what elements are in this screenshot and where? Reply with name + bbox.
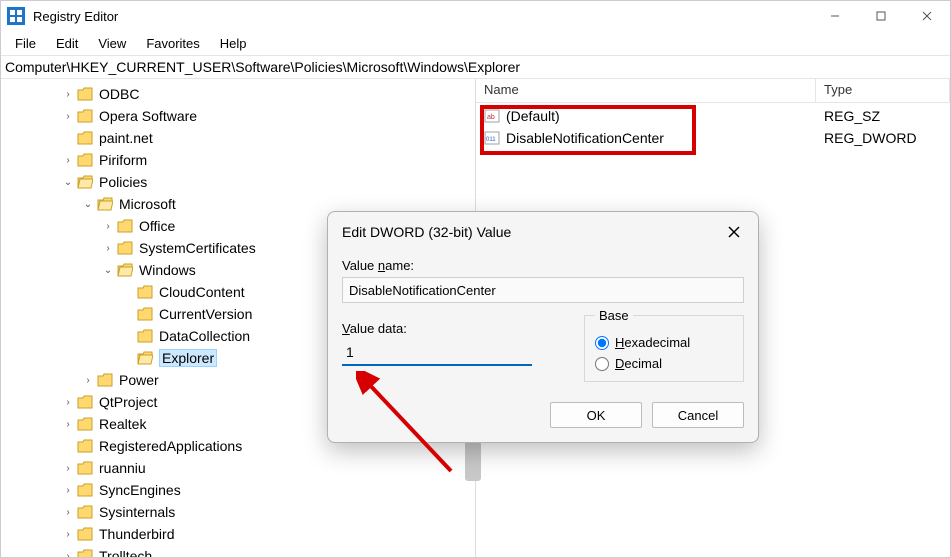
tree-node-paintnet[interactable]: paint.net — [61, 127, 475, 149]
minimize-button[interactable] — [812, 1, 858, 31]
radio-hex-input[interactable] — [595, 336, 609, 350]
close-icon[interactable] — [724, 222, 744, 242]
folder-open-icon — [137, 351, 153, 365]
list-item-type: REG_DWORD — [816, 130, 950, 146]
value-name-label: Value name: — [342, 258, 744, 273]
column-header-name[interactable]: Name — [476, 79, 816, 102]
tree-node-piriform[interactable]: Piriform — [61, 149, 475, 171]
folder-open-icon — [117, 263, 133, 277]
value-data-field[interactable] — [342, 340, 532, 366]
value-data-label: Value data: — [342, 321, 556, 336]
radio-dec-label: Decimal — [615, 356, 662, 371]
chevron-right-icon[interactable] — [61, 529, 75, 540]
list-item-type: REG_SZ — [816, 108, 950, 124]
folder-open-icon — [77, 175, 93, 189]
folder-icon — [97, 373, 113, 387]
chevron-right-icon[interactable] — [61, 397, 75, 408]
tree-node-sysinternals[interactable]: Sysinternals — [61, 501, 475, 523]
tree-node-odbc[interactable]: ODBC — [61, 83, 475, 105]
menu-edit[interactable]: Edit — [46, 33, 88, 54]
list-item[interactable]: 011 DisableNotificationCenter REG_DWORD — [476, 127, 950, 149]
column-header-type[interactable]: Type — [816, 79, 950, 102]
tree-node-trolltech[interactable]: Trolltech — [61, 545, 475, 557]
menu-file[interactable]: File — [5, 33, 46, 54]
chevron-right-icon[interactable] — [61, 485, 75, 496]
folder-open-icon — [97, 197, 113, 211]
chevron-right-icon[interactable] — [61, 551, 75, 558]
tree-node-opera[interactable]: Opera Software — [61, 105, 475, 127]
chevron-down-icon[interactable] — [61, 177, 75, 188]
window-title: Registry Editor — [33, 9, 812, 24]
radio-dec-input[interactable] — [595, 357, 609, 371]
folder-icon — [137, 285, 153, 299]
ok-button[interactable]: OK — [550, 402, 642, 428]
radio-hexadecimal[interactable]: Hexadecimal — [595, 335, 733, 350]
radio-hex-label: Hexadecimal — [615, 335, 690, 350]
folder-icon — [77, 461, 93, 475]
folder-icon — [77, 395, 93, 409]
folder-icon — [77, 527, 93, 541]
close-button[interactable] — [904, 1, 950, 31]
svg-text:011: 011 — [486, 137, 496, 143]
dialog-title: Edit DWORD (32-bit) Value — [342, 224, 724, 240]
value-name-field[interactable] — [342, 277, 744, 303]
folder-icon — [77, 439, 93, 453]
chevron-down-icon[interactable] — [81, 199, 95, 210]
svg-text:ab: ab — [487, 114, 495, 121]
folder-icon — [77, 483, 93, 497]
menu-help[interactable]: Help — [210, 33, 257, 54]
base-legend: Base — [595, 308, 633, 323]
chevron-right-icon[interactable] — [101, 221, 115, 232]
menu-bar: File Edit View Favorites Help — [1, 31, 950, 55]
maximize-button[interactable] — [858, 1, 904, 31]
chevron-right-icon[interactable] — [61, 89, 75, 100]
folder-icon — [77, 131, 93, 145]
address-bar[interactable]: Computer\HKEY_CURRENT_USER\Software\Poli… — [1, 55, 950, 79]
folder-icon — [77, 87, 93, 101]
edit-dword-dialog: Edit DWORD (32-bit) Value Value name: Va… — [327, 211, 759, 443]
folder-icon — [77, 153, 93, 167]
splitter-handle[interactable] — [465, 441, 481, 481]
menu-favorites[interactable]: Favorites — [136, 33, 209, 54]
folder-icon — [77, 549, 93, 557]
base-fieldset: Base Hexadecimal Decimal — [584, 315, 744, 382]
chevron-right-icon[interactable] — [61, 507, 75, 518]
folder-icon — [77, 109, 93, 123]
list-rows: ab (Default) REG_SZ 011 DisableNotificat… — [476, 103, 950, 149]
tree-node-policies[interactable]: Policies — [61, 171, 475, 193]
reg-sz-icon: ab — [484, 108, 500, 124]
folder-icon — [77, 505, 93, 519]
chevron-right-icon[interactable] — [81, 375, 95, 386]
menu-view[interactable]: View — [88, 33, 136, 54]
folder-icon — [117, 241, 133, 255]
folder-icon — [77, 417, 93, 431]
chevron-right-icon[interactable] — [61, 111, 75, 122]
tree-node-thunderbird[interactable]: Thunderbird — [61, 523, 475, 545]
radio-decimal[interactable]: Decimal — [595, 356, 733, 371]
list-item[interactable]: ab (Default) REG_SZ — [476, 105, 950, 127]
title-bar: Registry Editor — [1, 1, 950, 31]
window-controls — [812, 1, 950, 31]
address-text: Computer\HKEY_CURRENT_USER\Software\Poli… — [5, 59, 520, 75]
chevron-right-icon[interactable] — [61, 463, 75, 474]
chevron-down-icon[interactable] — [101, 265, 115, 276]
tree-node-syncengines[interactable]: SyncEngines — [61, 479, 475, 501]
chevron-right-icon[interactable] — [101, 243, 115, 254]
folder-icon — [137, 329, 153, 343]
reg-dword-icon: 011 — [484, 130, 500, 146]
list-header: Name Type — [476, 79, 950, 103]
folder-icon — [117, 219, 133, 233]
dialog-titlebar[interactable]: Edit DWORD (32-bit) Value — [328, 212, 758, 250]
cancel-button[interactable]: Cancel — [652, 402, 744, 428]
chevron-right-icon[interactable] — [61, 419, 75, 430]
app-icon — [7, 7, 25, 25]
chevron-right-icon[interactable] — [61, 155, 75, 166]
tree-node-ruanniu[interactable]: ruanniu — [61, 457, 475, 479]
list-item-name: (Default) — [506, 108, 560, 124]
list-item-name: DisableNotificationCenter — [506, 130, 664, 146]
folder-icon — [137, 307, 153, 321]
